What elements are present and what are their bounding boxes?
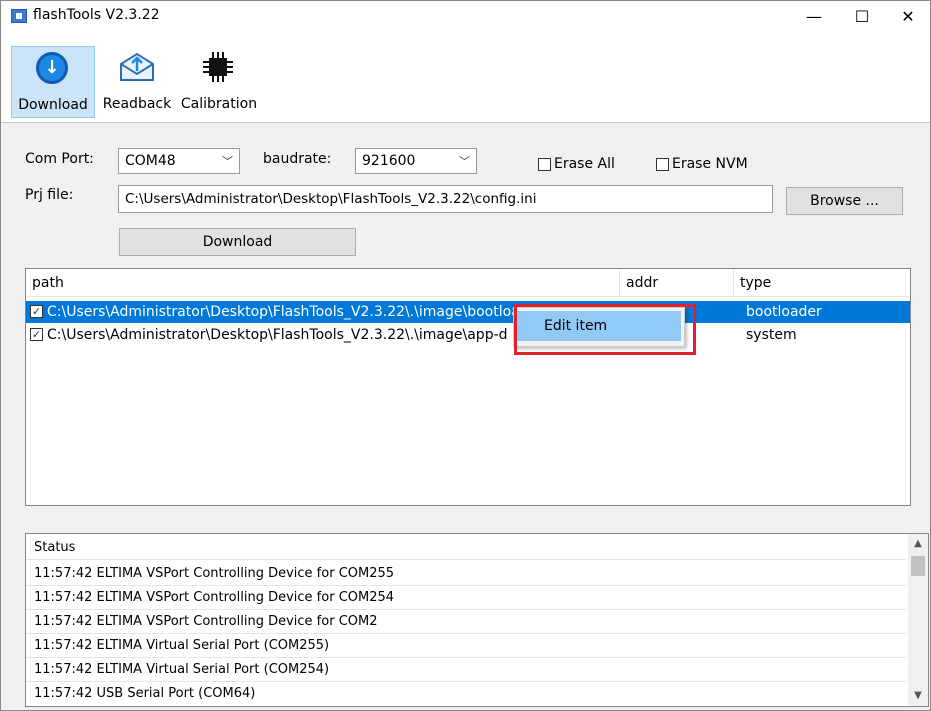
row-type: bootloader xyxy=(746,304,822,320)
readback-tool-label: Readback xyxy=(102,96,172,112)
browse-button[interactable]: Browse ... xyxy=(786,187,903,215)
scroll-down-icon[interactable]: ▼ xyxy=(908,686,928,706)
prj-file-label: Prj file: xyxy=(25,187,74,203)
window-title: flashTools V2.3.22 xyxy=(33,7,160,23)
erase-nvm-label: Erase NVM xyxy=(672,156,748,172)
status-log[interactable]: Status 11:57:42 ELTIMA VSPort Controllin… xyxy=(25,533,929,707)
com-port-label: Com Port: xyxy=(25,151,94,167)
table-row[interactable]: ✓ C:\Users\Administrator\Desktop\FlashTo… xyxy=(26,301,910,323)
row-type: system xyxy=(746,327,797,343)
baudrate-label: baudrate: xyxy=(263,151,332,167)
minimize-button[interactable]: — xyxy=(791,1,837,31)
chip-icon xyxy=(203,52,233,82)
download-button[interactable]: Download xyxy=(119,228,356,256)
download-tool-label: Download xyxy=(18,97,88,113)
app-window: flashTools V2.3.22 — ☐ ✕ ↓ Download Read… xyxy=(0,0,931,711)
status-line: 11:57:42 ELTIMA Virtual Serial Port (COM… xyxy=(26,658,906,682)
column-header-addr[interactable]: addr xyxy=(620,269,734,297)
prj-file-input[interactable]: C:\Users\Administrator\Desktop\FlashTool… xyxy=(118,185,773,213)
image-list[interactable]: path addr type ✓ C:\Users\Administrator\… xyxy=(25,268,911,506)
scroll-up-icon[interactable]: ▲ xyxy=(908,534,928,554)
baudrate-select[interactable]: 921600 ﹀ xyxy=(355,148,477,174)
close-button[interactable]: ✕ xyxy=(885,1,931,31)
status-line: 11:57:42 USB Serial Port (COM64) xyxy=(34,686,256,701)
status-line: 11:57:42 ELTIMA VSPort Controlling Devic… xyxy=(26,562,906,586)
column-header-type[interactable]: type xyxy=(734,269,910,297)
checkbox-box-icon xyxy=(538,157,551,171)
list-header: path addr type xyxy=(26,269,910,297)
erase-nvm-checkbox[interactable]: Erase NVM xyxy=(656,156,748,172)
erase-all-label: Erase All xyxy=(554,156,615,172)
context-menu: Edit item xyxy=(513,307,685,347)
status-line: 11:57:42 ELTIMA VSPort Controlling Devic… xyxy=(26,610,906,634)
row-checkbox[interactable]: ✓ xyxy=(30,305,43,318)
download-tool-button[interactable]: ↓ Download xyxy=(11,46,95,118)
table-row[interactable]: ✓ C:\Users\Administrator\Desktop\FlashTo… xyxy=(26,324,910,346)
row-checkbox[interactable]: ✓ xyxy=(30,328,43,341)
toolbar: ↓ Download Readback Calibration xyxy=(1,31,930,123)
com-port-value: COM48 xyxy=(125,153,176,169)
calibration-tool-button[interactable]: Calibration xyxy=(179,46,259,118)
chevron-down-icon: ﹀ xyxy=(459,155,470,168)
scrollbar-thumb[interactable] xyxy=(911,556,925,576)
column-header-path[interactable]: path xyxy=(26,269,620,297)
title-bar[interactable]: flashTools V2.3.22 — ☐ ✕ xyxy=(1,1,930,31)
app-logo-icon xyxy=(11,9,27,23)
status-line: 11:57:42 ELTIMA Virtual Serial Port (COM… xyxy=(26,634,906,658)
baudrate-value: 921600 xyxy=(362,153,416,169)
status-line: 11:57:42 ELTIMA VSPort Controlling Devic… xyxy=(26,586,906,610)
calibration-tool-label: Calibration xyxy=(180,96,258,112)
status-header: Status xyxy=(26,536,906,560)
status-scrollbar[interactable]: ▲ ▼ xyxy=(908,534,928,706)
chevron-down-icon: ﹀ xyxy=(222,155,233,168)
edit-item-menu-item[interactable]: Edit item xyxy=(517,311,681,341)
download-arrow-icon: ↓ xyxy=(36,52,68,84)
checkbox-box-icon xyxy=(656,157,669,171)
maximize-button[interactable]: ☐ xyxy=(839,1,885,31)
erase-all-checkbox[interactable]: Erase All xyxy=(538,156,615,172)
readback-tool-button[interactable]: Readback xyxy=(95,46,179,118)
com-port-select[interactable]: COM48 ﹀ xyxy=(118,148,240,174)
readback-envelope-icon xyxy=(120,52,154,81)
